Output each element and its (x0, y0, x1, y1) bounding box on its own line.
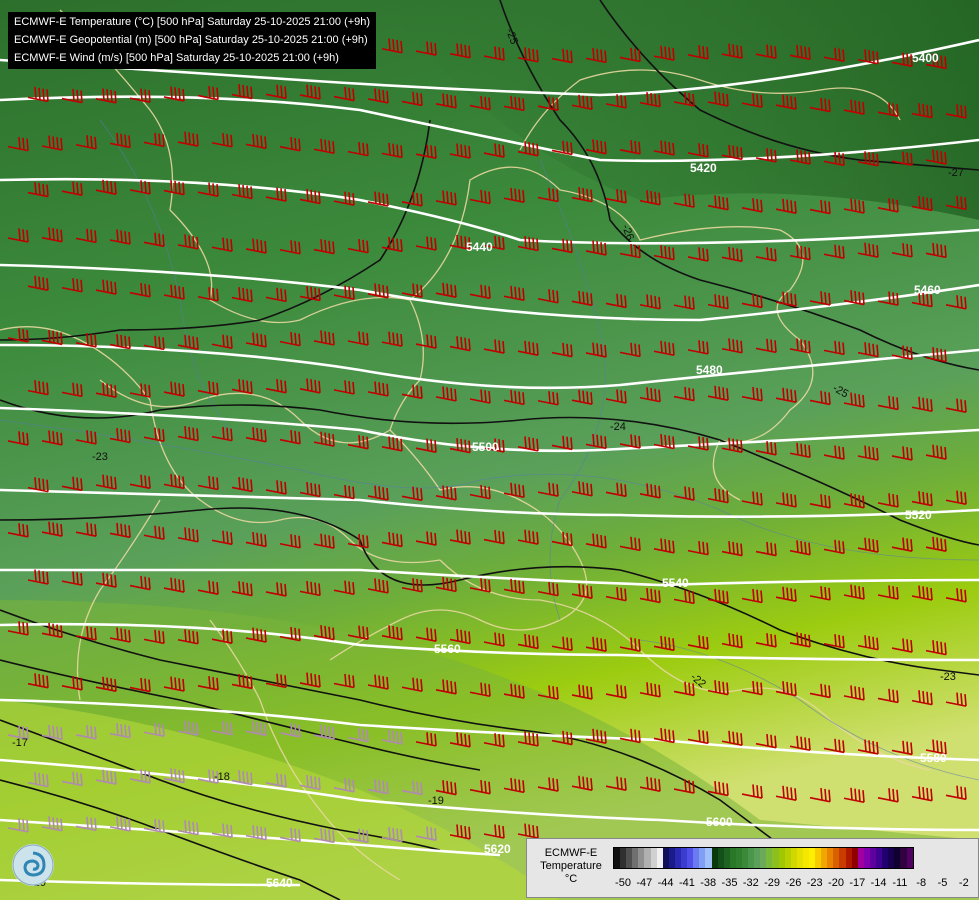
legend-tick-label: -8 (916, 877, 927, 889)
temp-label-f: -23 (92, 451, 108, 463)
legend-tick-label: -41 (678, 877, 695, 889)
legend-tick-label: -32 (742, 877, 759, 889)
temp-label-c: -27 (948, 167, 964, 179)
legend-line-3: °C (564, 873, 578, 885)
legend-tick-label: -47 (636, 877, 653, 889)
legend-tick-label: -17 (849, 877, 866, 889)
geo-label-5520: 5520 (905, 508, 932, 522)
legend-line-2: Temperature (540, 860, 602, 872)
swirl-icon (12, 844, 54, 886)
legend-tick-label: -38 (700, 877, 717, 889)
temp-label-i: -17 (12, 737, 28, 749)
temperature-legend: ECMWF-E Temperature °C -50 -47 -44 -41 -38 -3… (526, 838, 979, 898)
temp-label-d: -24 (610, 421, 626, 433)
legend-tick-label: -23 (806, 877, 823, 889)
legend-tick-label: -29 (764, 877, 781, 889)
title-wind: ECMWF-E Wind (m/s) [500 hPa] Saturday 25… (14, 52, 339, 64)
temp-label-h: -23 (940, 671, 956, 683)
legend-tick-label: -50 (615, 877, 631, 889)
geo-label-5500: 5500 (472, 440, 499, 454)
legend-line-1: ECMWF-E (544, 847, 598, 859)
geo-label-5620: 5620 (484, 842, 511, 856)
weather-map: 5400 5420 5440 5460 5480 5500 5520 5540 … (0, 0, 979, 900)
legend-tick-label: -35 (721, 877, 738, 889)
geo-label-5480: 5480 (696, 363, 723, 377)
geo-label-5580: 5580 (920, 751, 947, 765)
legend-tick-label: -14 (870, 877, 887, 889)
legend-tick-label: -5 (937, 877, 948, 889)
geo-label-5640: 5640 (266, 876, 293, 890)
temp-label-j: -18 (214, 771, 230, 783)
geo-label-5540: 5540 (662, 576, 689, 590)
geo-label-5400: 5400 (912, 51, 939, 65)
legend-color-bar (613, 847, 914, 869)
geo-label-5460: 5460 (914, 283, 941, 297)
title-temperature: ECMWF-E Temperature (°C) [500 hPa] Satur… (14, 16, 371, 28)
map-title-box: ECMWF-E Temperature (°C) [500 hPa] Satur… (8, 12, 377, 69)
legend-tick-label: -44 (657, 877, 674, 889)
legend-title: ECMWF-E Temperature °C (533, 847, 609, 886)
geo-label-5600: 5600 (706, 815, 733, 829)
geo-label-5440: 5440 (466, 240, 493, 254)
legend-tick-label: -20 (828, 877, 844, 889)
ecmwf-logo (12, 844, 54, 886)
legend-tick-label: -2 (958, 877, 969, 889)
title-geopotential: ECMWF-E Geopotential (m) [500 hPa] Satur… (14, 34, 368, 46)
geo-label-5560: 5560 (434, 642, 461, 656)
geo-label-5420: 5420 (690, 161, 717, 175)
legend-tick-label: -26 (785, 877, 802, 889)
legend-swatch (906, 848, 913, 868)
temp-label-k: -19 (428, 795, 444, 807)
legend-tick-label: -11 (892, 877, 908, 889)
